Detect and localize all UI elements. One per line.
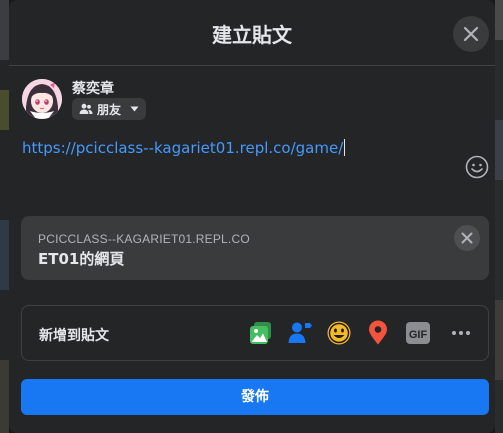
dialog-header: 建立貼文 — [9, 0, 495, 66]
emoji-picker-button[interactable] — [465, 155, 489, 183]
privacy-selector[interactable]: 朋友 — [72, 98, 146, 120]
remove-link-preview-button[interactable] — [454, 225, 480, 251]
photo-video-button[interactable] — [248, 320, 274, 346]
avatar[interactable] — [22, 79, 62, 119]
post-text-value: https://pcicclass--kagariet01.repl.co/ga… — [22, 139, 344, 157]
dialog-title: 建立貼文 — [212, 23, 292, 47]
add-to-post-bar: 新增到貼文 GIF — [21, 305, 489, 361]
feeling-icon — [327, 321, 351, 345]
add-to-post-label: 新增到貼文 — [39, 328, 109, 344]
gif-text: GIF — [409, 329, 428, 341]
smiley-icon — [465, 155, 489, 179]
link-domain: PCICCLASS--KAGARIET01.REPL.CO — [38, 232, 250, 246]
gif-icon: GIF — [406, 322, 430, 344]
privacy-label: 朋友 — [97, 103, 122, 117]
photo-video-icon — [250, 322, 271, 344]
link-title: ET01的網頁 — [38, 250, 125, 268]
text-cursor — [344, 139, 346, 156]
publish-button[interactable]: 發佈 — [21, 379, 489, 415]
check-in-icon — [369, 320, 387, 345]
post-text-input[interactable]: https://pcicclass--kagariet01.repl.co/ga… — [22, 139, 346, 157]
feeling-activity-button[interactable] — [326, 320, 352, 346]
more-options-button[interactable] — [448, 320, 474, 346]
close-icon — [463, 26, 479, 42]
background-left-edge — [0, 0, 9, 433]
create-post-dialog: 建立貼文 蔡奕章 朋友 https://pcicclass--kagariet0… — [9, 0, 495, 433]
check-in-button[interactable] — [365, 320, 391, 346]
more-icon — [452, 331, 470, 335]
close-dialog-button[interactable] — [453, 16, 489, 52]
tag-people-button[interactable] — [287, 320, 313, 346]
tag-people-icon — [288, 322, 312, 343]
link-preview-card[interactable]: PCICCLASS--KAGARIET01.REPL.CO ET01的網頁 — [21, 216, 489, 280]
background-right-edge — [495, 0, 503, 433]
caret-down-icon — [130, 106, 139, 112]
author-name[interactable]: 蔡奕章 — [72, 78, 114, 98]
close-icon — [461, 232, 473, 244]
friends-icon — [79, 103, 93, 114]
gif-button[interactable]: GIF — [405, 320, 431, 346]
